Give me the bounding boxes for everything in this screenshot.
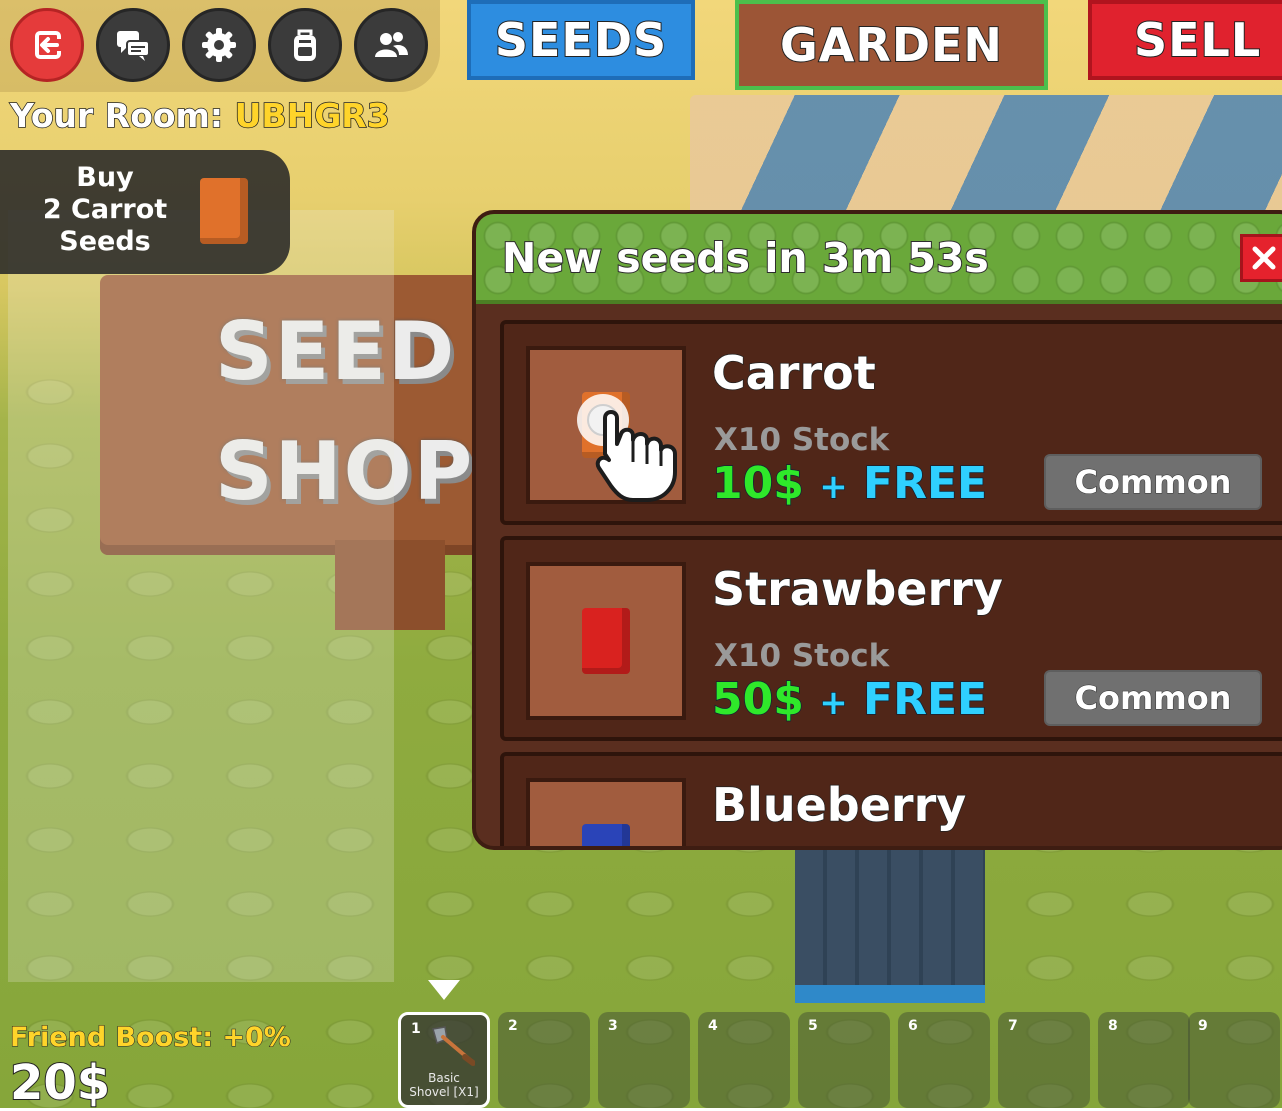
- tab-sell[interactable]: SELL: [1088, 0, 1282, 80]
- shovel-icon: [432, 1026, 475, 1066]
- slot-number: 5: [808, 1018, 818, 1034]
- price-plus: +: [818, 682, 848, 724]
- top-button-bar: [0, 0, 440, 92]
- room-info: Your Room: UBHGR3: [9, 95, 391, 136]
- hotbar-slot-2[interactable]: 2: [498, 1012, 590, 1108]
- rarity-badge: Common: [1044, 670, 1262, 726]
- item-thumbnail: [526, 778, 686, 846]
- backpack-button[interactable]: [268, 8, 342, 82]
- slot-number: 6: [908, 1018, 918, 1034]
- restock-timer: New seeds in 3m 53s: [501, 233, 990, 283]
- hotbar-slot-3[interactable]: 3: [598, 1012, 690, 1108]
- price-free: FREE: [862, 673, 988, 726]
- friend-boost: Friend Boost: +0%: [10, 1022, 292, 1054]
- buy-quick-line1: Buy: [76, 162, 134, 193]
- exit-button[interactable]: [10, 8, 84, 82]
- seed-shop-panel: New seeds in 3m 53s Carrot X10 Stock 10$…: [472, 210, 1282, 850]
- buy-quick-line2: 2 Carrot: [42, 194, 168, 225]
- slot-label-line1: Basic: [428, 1071, 460, 1085]
- hotbar-slot-8[interactable]: 8: [1098, 1012, 1190, 1108]
- shop-item-strawberry[interactable]: Strawberry X10 Stock 50$ + FREE Common: [500, 536, 1282, 741]
- pointer-hand-icon: [577, 394, 677, 502]
- shop-header: New seeds in 3m 53s: [476, 214, 1282, 304]
- selected-slot-indicator: [428, 980, 460, 1000]
- item-stock: X10 Stock: [714, 422, 890, 458]
- item-price: 10$ + FREE: [711, 457, 988, 510]
- price-plus: +: [818, 466, 848, 508]
- slot-label: Basic Shovel [X1]: [401, 1071, 487, 1099]
- hotbar-slot-7[interactable]: 7: [998, 1012, 1090, 1108]
- rarity-badge: Common: [1044, 454, 1262, 510]
- slot-number: 9: [1198, 1018, 1208, 1034]
- empty-side-panel: [8, 210, 394, 982]
- slot-number: 2: [508, 1018, 518, 1034]
- settings-button[interactable]: [182, 8, 256, 82]
- buy-quick-label: Buy 2 Carrot Seeds: [10, 162, 200, 258]
- room-code: UBHGR3: [234, 95, 391, 136]
- tab-seeds[interactable]: SEEDS: [467, 0, 695, 80]
- blueberry-seed-icon: [582, 824, 630, 846]
- buy-carrot-seeds-button[interactable]: Buy 2 Carrot Seeds: [0, 150, 290, 274]
- price-value: 50$: [711, 673, 804, 726]
- room-label: Your Room:: [9, 95, 224, 136]
- backpack-icon: [294, 29, 316, 61]
- tab-garden[interactable]: GARDEN: [735, 0, 1048, 90]
- world-tower: [795, 835, 985, 1003]
- item-name: Strawberry: [711, 561, 1003, 617]
- chat-icon: [117, 31, 150, 61]
- strawberry-seed-icon: [582, 608, 630, 674]
- slot-number: 8: [1108, 1018, 1118, 1034]
- friends-button[interactable]: [354, 8, 428, 82]
- friends-icon: [375, 32, 408, 57]
- buy-quick-line3: Seeds: [59, 226, 151, 257]
- item-name: Blueberry: [711, 777, 967, 833]
- hotbar-slot-1[interactable]: 1 Basic Shovel [X1]: [398, 1012, 490, 1108]
- hotbar-slot-9[interactable]: 9: [1188, 1012, 1280, 1108]
- item-name: Carrot: [711, 345, 876, 401]
- hotbar-slot-5[interactable]: 5: [798, 1012, 890, 1108]
- gear-icon: [202, 28, 236, 62]
- slot-number: 1: [411, 1021, 421, 1037]
- slot-label-line2: Shovel [X1]: [409, 1085, 479, 1099]
- exit-icon: [35, 31, 63, 59]
- slot-number: 7: [1008, 1018, 1018, 1034]
- chat-button[interactable]: [96, 8, 170, 82]
- slot-number: 3: [608, 1018, 618, 1034]
- shop-item-blueberry[interactable]: Blueberry: [500, 752, 1282, 846]
- item-price: 50$ + FREE: [711, 673, 988, 726]
- close-button[interactable]: [1240, 234, 1282, 282]
- price-value: 10$: [711, 457, 804, 510]
- item-thumbnail: [526, 562, 686, 720]
- hotbar-slot-4[interactable]: 4: [698, 1012, 790, 1108]
- slot-number: 4: [708, 1018, 718, 1034]
- item-stock: X10 Stock: [714, 638, 890, 674]
- hotbar-slot-6[interactable]: 6: [898, 1012, 990, 1108]
- close-icon: [1252, 246, 1276, 270]
- carrot-seed-icon: [200, 178, 248, 244]
- money-total: 20$: [9, 1054, 111, 1111]
- price-free: FREE: [862, 457, 988, 510]
